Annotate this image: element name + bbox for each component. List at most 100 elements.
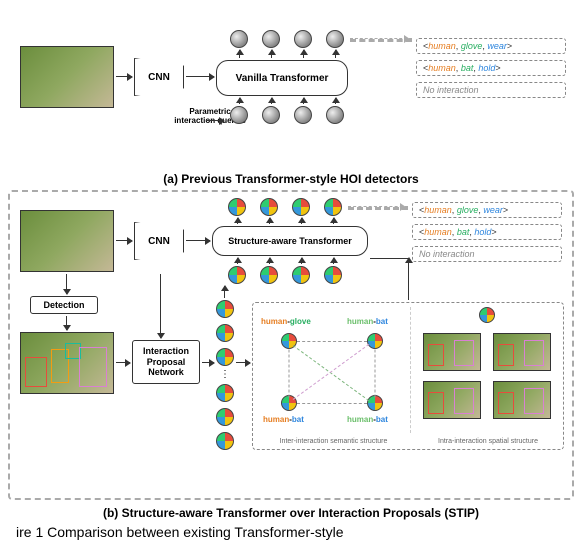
semantic-node: [367, 333, 383, 349]
semantic-edge: [297, 403, 367, 404]
arrow-out-b: [333, 218, 334, 224]
output-triplet: <human, glove, wear>: [412, 202, 562, 218]
transformer-box-b: Structure-aware Transformer: [212, 226, 368, 256]
output-none: No interaction: [412, 246, 562, 262]
spatial-caption: Intra-interaction spatial structure: [415, 438, 561, 445]
arrow-ipn-stack: [202, 362, 214, 363]
proposal-stack: ⋮: [216, 300, 234, 450]
arrow-detection-img: [66, 316, 67, 330]
cnn-trapezoid-b: CNN: [134, 222, 184, 260]
query-sphere: [294, 106, 312, 124]
proposal-sphere: [216, 348, 234, 366]
query-sphere: [326, 106, 344, 124]
arrow-out-b: [301, 218, 302, 224]
arrow-cnn-tr-a: [186, 76, 214, 77]
spatial-patch: [493, 333, 551, 371]
bbox-human: [79, 347, 107, 387]
arrow-stack-struct: [236, 362, 250, 363]
caption-a: (a) Previous Transformer-style HOI detec…: [8, 172, 574, 186]
spatial-patch: [423, 333, 481, 371]
proposal-sphere: [216, 432, 234, 450]
output-sphere: [260, 198, 278, 216]
output-sphere: [324, 198, 342, 216]
proposal-sphere: [216, 384, 234, 402]
input-image-a: [20, 46, 114, 108]
proposal-sphere: [292, 266, 310, 284]
arrow-out: [303, 50, 304, 58]
structure-panel: human-glove human-bat human-bat human-ba…: [252, 302, 564, 450]
output-triplet: <human, bat, hold>: [412, 224, 562, 240]
output-spheres-a: [230, 30, 344, 48]
cnn-trapezoid-a: CNN: [134, 58, 184, 96]
detected-image: [20, 332, 114, 394]
output-triplet: <human, bat, hold>: [416, 60, 566, 76]
arrow-prop-in: [301, 258, 302, 264]
semantic-caption: Inter-interaction semantic structure: [257, 438, 410, 445]
figure-root: CNN Vanilla Transformer Parametric inter…: [0, 0, 582, 502]
cnn-block-a: CNN: [134, 58, 184, 96]
arrow-prop-in: [269, 258, 270, 264]
arrow-cnn-tr-b: [186, 240, 210, 241]
output-none: No interaction: [416, 82, 566, 98]
arrow-param: [206, 120, 224, 121]
arrow-img-cnn-b: [116, 240, 132, 241]
arrow-q-in: [271, 98, 272, 104]
section-b: CNN Structure-aware Transformer: [8, 190, 574, 500]
spatial-structure: Intra-interaction spatial structure: [415, 307, 561, 433]
arrow-out: [335, 50, 336, 58]
proposal-sphere: [216, 408, 234, 426]
semantic-edge: [375, 350, 376, 398]
semantic-structure: human-glove human-bat human-bat human-ba…: [257, 307, 411, 433]
outputs-b: <human, glove, wear> <human, bat, hold> …: [412, 202, 562, 262]
arrow-q-in: [303, 98, 304, 104]
proposal-sphere: [260, 266, 278, 284]
query-sphere: [262, 106, 280, 124]
ipn-box: Interaction Proposal Network: [132, 340, 200, 384]
ellipsis: ⋮: [216, 372, 234, 378]
dashed-out-link: [350, 38, 412, 42]
bbox-human: [25, 357, 47, 387]
arrow-struct-tr-h: [370, 258, 408, 259]
output-triplet: <human, glove, wear>: [416, 38, 566, 54]
dashed-out-link-b: [348, 206, 408, 210]
detection-box: Detection: [30, 296, 98, 314]
arrow-out: [239, 50, 240, 58]
section-a: CNN Vanilla Transformer Parametric inter…: [8, 8, 574, 168]
query-sphere: [230, 106, 248, 124]
cnn-label-b: CNN: [148, 236, 170, 247]
figure-cut-caption: ire 1 Comparison between existing Transf…: [8, 524, 574, 540]
proposal-sphere: [216, 300, 234, 318]
transformer-label-a: Vanilla Transformer: [236, 73, 329, 84]
arrow-img-ipn-top: [160, 274, 161, 338]
output-spheres-b: [228, 198, 342, 216]
outputs-a: <human, glove, wear> <human, bat, hold> …: [416, 38, 566, 98]
semantic-edge: [293, 345, 370, 401]
arrow-img-cnn-a: [116, 76, 132, 77]
transformer-box-a: Vanilla Transformer: [216, 60, 348, 96]
proposal-sphere: [228, 266, 246, 284]
output-sphere: [228, 198, 246, 216]
proposal-spheres-b: [228, 266, 342, 284]
arrow-img-ipn: [116, 362, 130, 363]
spatial-patch: [423, 381, 481, 419]
query-spheres-a: [230, 106, 344, 124]
arrow-q-in: [335, 98, 336, 104]
spatial-node: [479, 307, 495, 323]
arrow-prop-in: [333, 258, 334, 264]
cnn-label-a: CNN: [148, 72, 170, 83]
arrow-out-b: [237, 218, 238, 224]
arrow-img-detection: [66, 274, 67, 294]
cnn-block-b: CNN: [134, 222, 184, 260]
caption-b: (b) Structure-aware Transformer over Int…: [8, 506, 574, 520]
arrow-out: [271, 50, 272, 58]
arrow-struct-tr: [408, 258, 409, 300]
arrow-prop-in: [237, 258, 238, 264]
output-sphere: [262, 30, 280, 48]
semantic-edge: [297, 341, 367, 342]
arrow-stack-tr: [224, 286, 225, 298]
output-sphere: [230, 30, 248, 48]
arrow-q-in: [239, 98, 240, 104]
transformer-label-b: Structure-aware Transformer: [228, 236, 352, 246]
proposal-sphere: [324, 266, 342, 284]
input-image-b: [20, 210, 114, 272]
